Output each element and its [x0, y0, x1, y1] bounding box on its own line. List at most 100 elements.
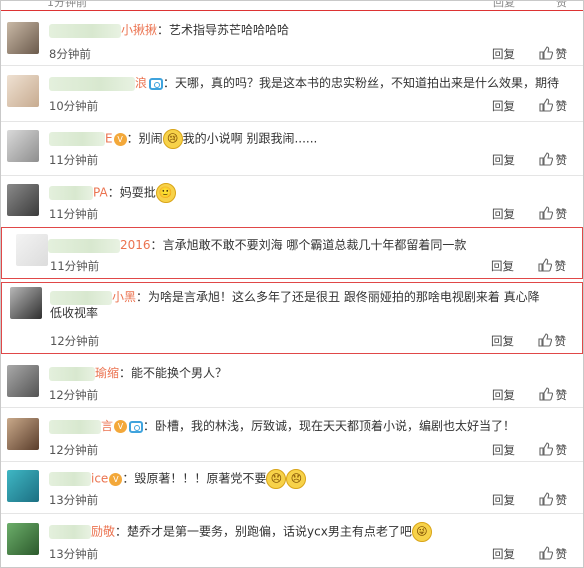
comment-text: 楚乔才是第一要务，别跑偏，话说ycx男主有点老了吧 — [127, 524, 412, 539]
comment-item: 言 V ：卧槽，我的林浅，厉致诚，现在天天都顶着小说，编剧也太好当了！ 12分钟前 … — [1, 414, 583, 458]
username[interactable]: 励敬：楚乔才是第一要务，别跑偏，话说ycx男主有点老了吧 😜 — [49, 522, 432, 542]
username[interactable]: 小揪揪：艺术指导苏芒哈哈哈哈 — [49, 21, 289, 38]
username[interactable]: ice V ：毁原著！！！原著党不要 😞 😞 — [49, 469, 307, 489]
comment-time: 11分钟前 — [49, 153, 99, 167]
avatar[interactable] — [7, 418, 39, 450]
username[interactable]: 浪：天哪，真的吗？我是这本书的忠实粉丝，不知道拍出来是什么效果，期待 — [49, 74, 559, 91]
reply-button[interactable]: 回复 — [493, 1, 515, 10]
camera-badge-icon — [149, 77, 164, 90]
comment-time: 12分钟前 — [49, 388, 99, 402]
comment-time: 13分钟前 — [49, 493, 99, 507]
tongue-face-icon: 😜 — [411, 522, 432, 542]
smile-face-icon: 🙂 — [155, 183, 176, 203]
divider — [1, 461, 583, 462]
like-label[interactable]: 赞 — [556, 152, 568, 168]
avatar[interactable] — [7, 365, 39, 397]
previous-comment-strip: 1分钟前 回复 赞 — [1, 1, 583, 11]
comment-time: 8分钟前 — [49, 47, 91, 61]
comment-time: 11分钟前 — [49, 207, 99, 221]
like-label[interactable]: 赞 — [556, 206, 568, 222]
comment-text: 别闹 — [138, 131, 163, 146]
divider — [1, 513, 583, 514]
avatar[interactable] — [7, 470, 39, 502]
username[interactable]: 言 V ：卧槽，我的林浅，厉致诚，现在天天都顶着小说，编剧也太好当了！ — [49, 417, 515, 434]
thumbs-up-icon[interactable] — [538, 333, 552, 347]
comment-text: 言承旭敢不敢不要刘海 哪个霸道总裁几十年都留着同一款 — [162, 238, 467, 252]
thumbs-up-icon[interactable] — [538, 258, 552, 272]
reply-button[interactable]: 回复 — [492, 387, 515, 403]
like-label[interactable]: 赞 — [556, 98, 568, 114]
thumbs-up-icon[interactable] — [539, 98, 553, 112]
comment-text: 卧槽，我的林浅，厉致诚，现在天天都顶着小说，编剧也太好当了！ — [155, 419, 516, 433]
thumbs-up-icon[interactable] — [539, 206, 553, 220]
vip-badge-icon: V — [109, 472, 123, 486]
comment-text: 我的小说啊 别跟我闹...... — [182, 131, 318, 146]
avatar[interactable] — [7, 75, 39, 107]
thumbs-up-icon[interactable] — [539, 442, 553, 456]
thumbs-up-icon[interactable] — [539, 152, 553, 166]
sad-face-icon: 😞 — [266, 469, 287, 489]
reply-button[interactable]: 回复 — [492, 492, 515, 508]
thumbs-up-icon[interactable] — [539, 546, 553, 560]
avatar[interactable] — [16, 234, 48, 266]
username[interactable]: 瑜缩：能不能换个男人？ — [49, 364, 227, 381]
comment-item: 小揪揪：艺术指导苏芒哈哈哈哈 8分钟前 回复 赞 — [1, 18, 583, 62]
comment-time: 11分钟前 — [50, 259, 100, 273]
reply-button[interactable]: 回复 — [492, 98, 515, 114]
reply-button[interactable]: 回复 — [492, 442, 515, 458]
divider — [1, 175, 583, 176]
avatar[interactable] — [7, 184, 39, 216]
comment-time: 10分钟前 — [49, 99, 99, 113]
username[interactable]: 小黑：为啥是言承旭！这么多年了还是很丑 跟佟丽娅拍的那啥电视剧来着 真心降低收视… — [50, 289, 542, 321]
comment-panel: 1分钟前 回复 赞 小揪揪：艺术指导苏芒哈哈哈哈 8分钟前 回复 赞 浪：天哪，… — [0, 0, 584, 568]
reply-button[interactable]: 回复 — [492, 206, 515, 222]
comment-item: E V ：别闹 😢 我的小说啊 别跟我闹...... 11分钟前 回复 赞 — [1, 126, 583, 172]
comment-text: 能不能换个男人？ — [131, 366, 228, 380]
like-label[interactable]: 赞 — [555, 333, 567, 349]
comment-item-highlighted: 小黑：为啥是言承旭！这么多年了还是很丑 跟佟丽娅拍的那啥电视剧来着 真心降低收视… — [1, 282, 583, 354]
like-label[interactable]: 赞 — [556, 46, 568, 62]
comment-time: 12分钟前 — [50, 334, 100, 348]
comment-item: ice V ：毁原著！！！原著党不要 😞 😞 13分钟前 回复 赞 — [1, 466, 583, 510]
reply-button[interactable]: 回复 — [492, 152, 515, 168]
like-label[interactable]: 赞 — [555, 258, 567, 274]
comment-time: 12分钟前 — [49, 443, 99, 457]
reply-button[interactable]: 回复 — [491, 333, 514, 349]
like-label[interactable]: 赞 — [556, 442, 568, 458]
comment-item-highlighted: 2016：言承旭敢不敢不要刘海 哪个霸道总裁几十年都留着同一款 11分钟前 回复… — [1, 227, 583, 279]
divider — [1, 121, 583, 122]
reply-button[interactable]: 回复 — [492, 46, 515, 62]
avatar[interactable] — [10, 287, 42, 319]
like-label[interactable]: 赞 — [556, 1, 567, 10]
comment-time: 13分钟前 — [49, 547, 99, 561]
thumbs-up-icon[interactable] — [539, 387, 553, 401]
sad-face-icon: 😞 — [286, 469, 307, 489]
like-label[interactable]: 赞 — [556, 492, 568, 508]
reply-button[interactable]: 回复 — [491, 258, 514, 274]
camera-badge-icon — [129, 420, 144, 433]
thumbs-up-icon[interactable] — [539, 46, 553, 60]
comment-item: PA：妈耍批 🙂 11分钟前 回复 赞 — [1, 180, 583, 224]
comment-time: 1分钟前 — [47, 1, 87, 9]
divider — [1, 65, 583, 66]
vip-badge-icon: V — [113, 132, 127, 146]
comment-text: 天哪，真的吗？我是这本书的忠实粉丝，不知道拍出来是什么效果，期待 — [175, 76, 560, 90]
crying-face-icon: 😢 — [162, 129, 183, 149]
comment-item: 励敬：楚乔才是第一要务，别跑偏，话说ycx男主有点老了吧 😜 13分钟前 回复 赞 — [1, 519, 583, 565]
like-label[interactable]: 赞 — [556, 387, 568, 403]
avatar[interactable] — [7, 22, 39, 54]
comment-text: 艺术指导苏芒哈哈哈哈 — [169, 23, 290, 37]
username[interactable]: E V ：别闹 😢 我的小说啊 别跟我闹...... — [49, 129, 317, 149]
reply-button[interactable]: 回复 — [492, 546, 515, 562]
thumbs-up-icon[interactable] — [539, 492, 553, 506]
divider — [1, 407, 583, 408]
vip-badge-icon: V — [114, 420, 128, 433]
comment-item: 瑜缩：能不能换个男人？ 12分钟前 回复 赞 — [1, 361, 583, 403]
comment-text: 毁原著！！！原著党不要 — [134, 471, 267, 486]
comment-item: 浪：天哪，真的吗？我是这本书的忠实粉丝，不知道拍出来是什么效果，期待 10分钟前… — [1, 71, 583, 117]
avatar[interactable] — [7, 130, 39, 162]
like-label[interactable]: 赞 — [556, 546, 568, 562]
username[interactable]: 2016：言承旭敢不敢不要刘海 哪个霸道总裁几十年都留着同一款 — [48, 236, 466, 253]
avatar[interactable] — [7, 523, 39, 555]
username[interactable]: PA：妈耍批 🙂 — [49, 183, 176, 203]
